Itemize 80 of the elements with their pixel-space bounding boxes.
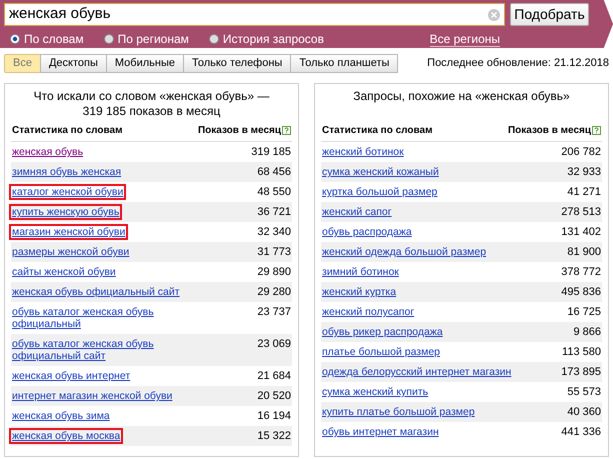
- device-tab[interactable]: Только планшеты: [290, 54, 398, 73]
- query-link[interactable]: интернет магазин женской обуви: [9, 388, 176, 404]
- query-link[interactable]: обувь каталог женская обувь официальный: [9, 304, 197, 332]
- shows-count: 9 866: [573, 326, 601, 339]
- query-link[interactable]: зимний ботинок: [319, 264, 402, 280]
- shows-count: 495 836: [561, 286, 601, 299]
- shows-count: 113 580: [562, 346, 601, 359]
- query-link[interactable]: купить платье большой размер: [319, 404, 478, 420]
- query-link[interactable]: магазин женской обуви: [9, 224, 128, 240]
- query-link[interactable]: обувь рикер распродажа: [319, 324, 446, 340]
- shows-count: 68 456: [257, 166, 291, 179]
- shows-count: 29 890: [257, 266, 291, 279]
- query-link[interactable]: обувь интернет магазин: [319, 424, 442, 440]
- query-link[interactable]: женский одежда большой размер: [319, 244, 490, 260]
- help-icon[interactable]: [592, 126, 601, 135]
- submit-button[interactable]: Подобрать: [510, 3, 589, 26]
- query-link[interactable]: зимняя обувь женская: [9, 164, 124, 180]
- shows-count: 441 336: [561, 426, 601, 439]
- radio-icon[interactable]: [104, 34, 114, 44]
- query-link[interactable]: женский полусапог: [319, 304, 418, 320]
- help-icon[interactable]: [282, 126, 291, 135]
- shows-count: 36 721: [257, 206, 291, 219]
- query-link[interactable]: женская обувь москва: [9, 428, 124, 444]
- shows-count: 16 725: [567, 306, 601, 319]
- shows-count: 131 402: [561, 226, 601, 239]
- shows-count: 378 772: [561, 266, 601, 279]
- column-header: Показов в месяц: [508, 124, 591, 138]
- panel-title: Запросы, похожие на «женская обувь»: [352, 89, 571, 105]
- column-header: Статистика по словам: [322, 124, 432, 138]
- shows-count: 41 271: [567, 186, 601, 199]
- query-link[interactable]: женская обувь: [9, 144, 86, 160]
- device-tab[interactable]: Мобильные: [106, 54, 184, 73]
- shows-count: 173 895: [561, 366, 601, 379]
- query-link[interactable]: обувь каталог женская обувь официальный сайт: [9, 336, 197, 364]
- query-link[interactable]: сумка женский кожаный: [319, 164, 442, 180]
- search-mode-radio[interactable]: История запросов: [208, 30, 324, 48]
- shows-count: 29 280: [257, 286, 291, 299]
- shows-count: 319 185: [251, 146, 291, 159]
- query-link[interactable]: размеры женской обуви: [9, 244, 132, 260]
- query-link[interactable]: женский куртка: [319, 284, 400, 300]
- query-link[interactable]: куртка большой размер: [319, 184, 440, 200]
- shows-count: 206 782: [561, 146, 601, 159]
- query-link[interactable]: женский ботинок: [319, 144, 407, 160]
- shows-count: 81 900: [567, 246, 601, 259]
- query-link[interactable]: сайты женской обуви: [9, 264, 119, 280]
- shows-count: 55 573: [567, 386, 601, 399]
- query-link[interactable]: обувь распродажа: [319, 224, 415, 240]
- shows-count: 48 550: [257, 186, 291, 199]
- query-link[interactable]: купить женскую обувь: [9, 204, 122, 220]
- shows-count: 23 069: [257, 338, 291, 351]
- query-link[interactable]: каталог женской обуви: [9, 184, 126, 200]
- query-link[interactable]: женская обувь официальный сайт: [9, 284, 183, 300]
- shows-count: 16 194: [257, 410, 291, 423]
- device-tab[interactable]: Десктопы: [40, 54, 107, 73]
- device-tab[interactable]: Все: [4, 54, 41, 73]
- radio-icon[interactable]: [10, 34, 20, 44]
- column-header: Показов в месяц: [198, 124, 281, 138]
- query-link[interactable]: сумка женский купить: [319, 384, 432, 400]
- shows-count: 31 773: [257, 246, 291, 259]
- query-link[interactable]: одежда белорусский интернет магазин: [319, 364, 514, 380]
- shows-count: 15 322: [257, 430, 291, 443]
- query-link[interactable]: платье большой размер: [319, 344, 443, 360]
- panel-title: Что искали со словом «женская обувь» — 319 185 показов в месяц: [32, 89, 270, 119]
- shows-count: 23 737: [257, 306, 291, 319]
- last-update-text: Последнее обновление: 21.12.2018: [427, 56, 609, 72]
- all-regions-link[interactable]: Все регионы: [430, 32, 500, 46]
- shows-count: 20 520: [257, 390, 291, 403]
- shows-count: 21 684: [257, 370, 291, 383]
- search-mode-radio[interactable]: По регионам: [104, 30, 189, 48]
- column-header: Статистика по словам: [12, 124, 122, 138]
- query-link[interactable]: женский сапог: [319, 204, 395, 220]
- shows-count: 278 513: [561, 206, 601, 219]
- query-link[interactable]: женская обувь интернет: [9, 368, 134, 384]
- shows-count: 40 360: [567, 406, 601, 419]
- shows-count: 32 933: [567, 166, 601, 179]
- shows-count: 32 340: [257, 226, 291, 239]
- query-link[interactable]: женская обувь зима: [9, 408, 113, 424]
- radio-icon[interactable]: [208, 34, 219, 44]
- device-tab[interactable]: Только телефоны: [182, 54, 292, 73]
- search-mode-radio[interactable]: По словам: [10, 30, 84, 48]
